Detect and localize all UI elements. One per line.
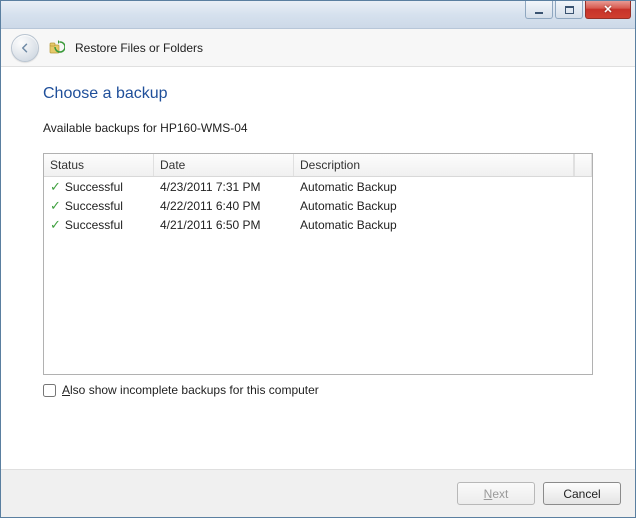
cell-status: ✓Successful bbox=[44, 177, 154, 196]
col-date-header[interactable]: Date bbox=[154, 154, 294, 176]
footer: Next Cancel bbox=[1, 469, 635, 517]
cell-status: ✓Successful bbox=[44, 196, 154, 215]
show-incomplete-input[interactable] bbox=[43, 384, 56, 397]
check-icon: ✓ bbox=[50, 218, 61, 231]
next-button: Next bbox=[457, 482, 535, 505]
show-incomplete-checkbox[interactable]: Also show incomplete backups for this co… bbox=[43, 383, 593, 397]
titlebar: ✕ bbox=[1, 1, 635, 29]
checkbox-label: Also show incomplete backups for this co… bbox=[62, 383, 319, 397]
table-row[interactable]: ✓Successful4/22/2011 6:40 PMAutomatic Ba… bbox=[44, 196, 592, 215]
minimize-button[interactable] bbox=[525, 1, 553, 19]
restore-icon bbox=[49, 40, 65, 56]
backups-list[interactable]: Status Date Description ✓Successful4/23/… bbox=[43, 153, 593, 375]
back-arrow-icon bbox=[19, 42, 31, 54]
cell-description: Automatic Backup bbox=[294, 177, 592, 196]
list-body: ✓Successful4/23/2011 7:31 PMAutomatic Ba… bbox=[44, 177, 592, 374]
table-row[interactable]: ✓Successful4/21/2011 6:50 PMAutomatic Ba… bbox=[44, 215, 592, 234]
wizard-window: ✕ Restore Files or Folders Choose a back… bbox=[0, 0, 636, 518]
col-status-header[interactable]: Status bbox=[44, 154, 154, 176]
table-row[interactable]: ✓Successful4/23/2011 7:31 PMAutomatic Ba… bbox=[44, 177, 592, 196]
maximize-button[interactable] bbox=[555, 1, 583, 19]
header-bar: Restore Files or Folders bbox=[1, 29, 635, 67]
close-button[interactable]: ✕ bbox=[585, 1, 631, 19]
content-area: Choose a backup Available backups for HP… bbox=[1, 67, 635, 469]
list-header: Status Date Description bbox=[44, 154, 592, 177]
page-heading: Choose a backup bbox=[43, 85, 593, 103]
cell-status: ✓Successful bbox=[44, 215, 154, 234]
check-icon: ✓ bbox=[50, 199, 61, 212]
col-description-header[interactable]: Description bbox=[294, 154, 574, 176]
cell-date: 4/22/2011 6:40 PM bbox=[154, 196, 294, 215]
page-subtitle: Available backups for HP160-WMS-04 bbox=[43, 121, 593, 135]
cell-date: 4/21/2011 6:50 PM bbox=[154, 215, 294, 234]
back-button[interactable] bbox=[11, 34, 39, 62]
col-scroll-spacer bbox=[574, 154, 592, 176]
cancel-button[interactable]: Cancel bbox=[543, 482, 621, 505]
check-icon: ✓ bbox=[50, 180, 61, 193]
cell-date: 4/23/2011 7:31 PM bbox=[154, 177, 294, 196]
cell-description: Automatic Backup bbox=[294, 196, 592, 215]
header-title: Restore Files or Folders bbox=[75, 41, 203, 55]
cell-description: Automatic Backup bbox=[294, 215, 592, 234]
